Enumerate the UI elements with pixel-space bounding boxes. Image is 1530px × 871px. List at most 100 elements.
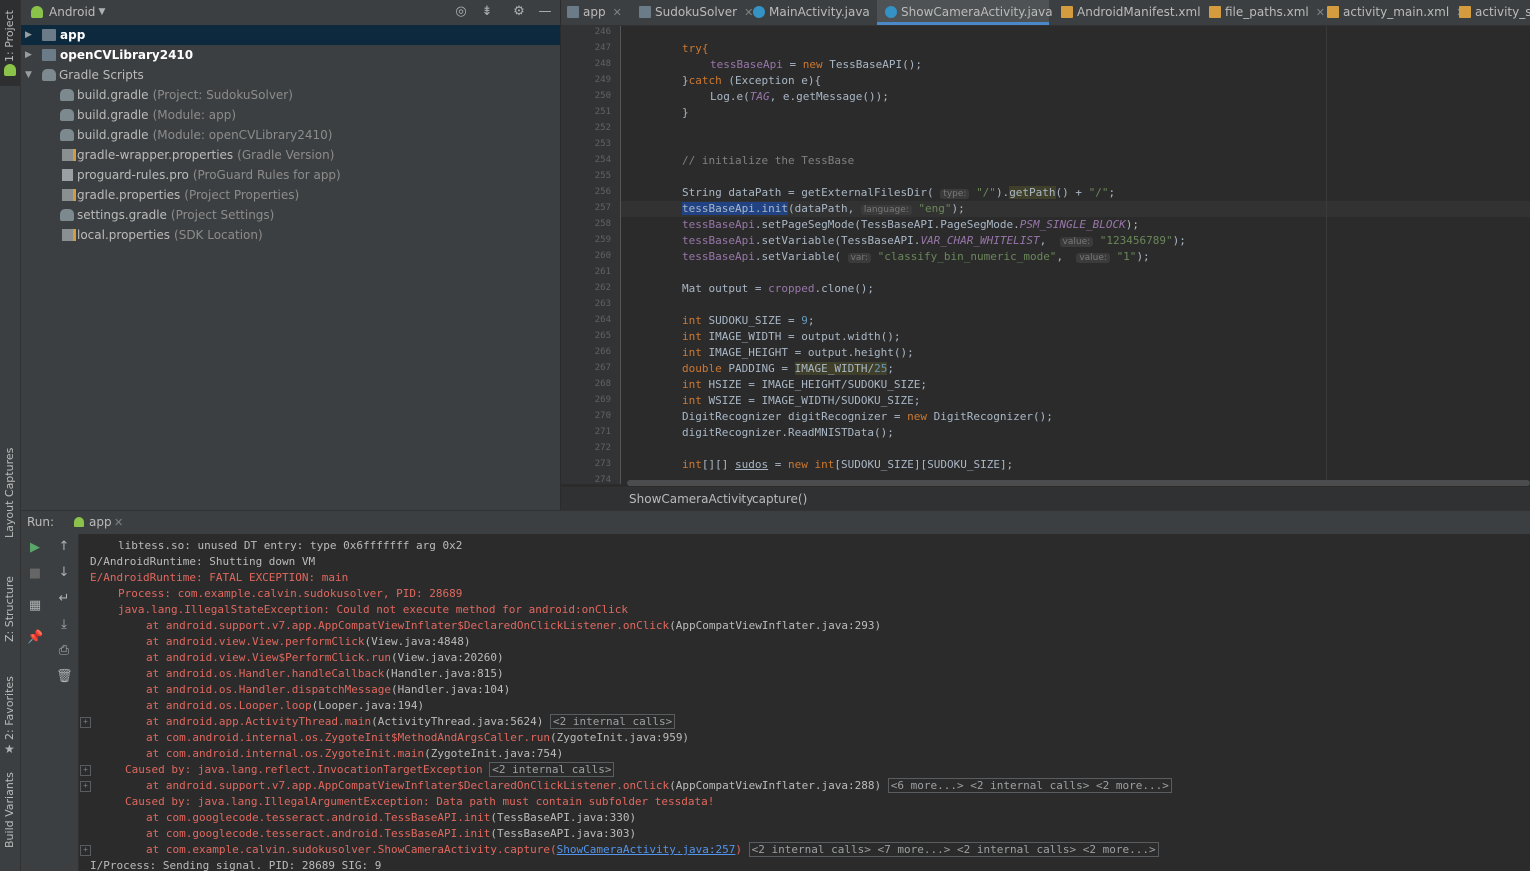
tab-mainactivity[interactable]: MainActivity.java✕ — [753, 0, 886, 25]
trash-icon[interactable]: 🗑 — [56, 669, 73, 685]
code-token: "1" — [1116, 250, 1137, 263]
tree-item-opencv[interactable]: ▶ openCVLibrary2410 — [21, 45, 560, 65]
tree-item-settings-gradle[interactable]: settings.gradle (Project Settings) — [21, 205, 560, 225]
collapse-all-icon[interactable]: ⇟ — [480, 5, 494, 19]
code-line: int SUDOKU_SIZE = 9; — [621, 313, 1530, 329]
console-line: at android.view.View.performClick(View.j… — [90, 634, 471, 650]
code-token: .clone(); — [814, 282, 875, 295]
code-line: tessBaseApi.setVariable( var: "classify_… — [621, 249, 1530, 265]
rerun-icon[interactable]: ▶ — [27, 540, 43, 556]
breadcrumb-class[interactable]: ShowCameraActivity — [629, 488, 753, 511]
folded-calls-chip[interactable]: <6 more...> <2 internal calls> <2 more..… — [887, 778, 1172, 793]
parameter-hint: var: — [847, 253, 871, 263]
stop-icon[interactable]: ■ — [27, 566, 43, 582]
code-line: Log.e(TAG, e.getMessage()); — [621, 89, 1530, 105]
tab-showcameraactivity[interactable]: ShowCameraActivity.java✕ — [877, 0, 1069, 25]
folded-calls-chip[interactable]: <2 internal calls> — [549, 714, 676, 729]
layout-icon[interactable]: ▦ — [27, 598, 43, 614]
code-editor[interactable]: try{ tessBaseApi = new TessBaseAPI(); }c… — [621, 26, 1530, 484]
tree-item-label: build.gradle — [77, 108, 149, 122]
line-number: 255 — [594, 171, 611, 181]
tree-item-proguard[interactable]: proguard-rules.pro (ProGuard Rules for ap… — [21, 165, 560, 185]
close-icon[interactable]: ✕ — [744, 6, 753, 19]
properties-file-icon — [62, 189, 76, 201]
tab-label: file_paths.xml — [1225, 5, 1309, 19]
soft-wrap-icon[interactable]: ↵ — [56, 591, 72, 607]
code-token: HSIZE = IMAGE_HEIGHT/SUDOKU_SIZE; — [701, 378, 928, 391]
arrow-up-icon[interactable]: ↑ — [56, 539, 72, 555]
hide-panel-icon[interactable]: — — [538, 5, 552, 19]
folded-calls-chip[interactable]: <2 internal calls> — [489, 762, 615, 777]
favorites-tool-tab[interactable]: 2: Favorites ★ — [0, 676, 20, 756]
tree-item-build-gradle-app[interactable]: build.gradle (Module: app) — [21, 105, 560, 125]
arrow-down-icon[interactable]: ↓ — [56, 565, 72, 581]
stack-location: (AppCompatViewInflater.java:293) — [669, 619, 882, 632]
scroll-to-end-icon[interactable]: ⤓ — [56, 617, 72, 633]
console-line: at com.googlecode.tesseract.android.Tess… — [90, 810, 636, 826]
stack-location: (Looper.java:194) — [311, 699, 425, 712]
run-tab-app[interactable]: app — [89, 511, 112, 534]
java-class-icon — [885, 6, 897, 18]
stack-paren: ( — [549, 843, 557, 856]
expand-arrow-icon[interactable]: ▶ — [25, 25, 35, 45]
console-line: at android.os.Handler.handleCallback(Han… — [90, 666, 504, 682]
stack-location: (Handler.java:104) — [391, 683, 511, 696]
tree-item-gradle-wrapper[interactable]: gradle-wrapper.properties (Gradle Version… — [21, 145, 560, 165]
line-number: 254 — [594, 155, 611, 165]
line-number: 260 — [594, 251, 611, 261]
tree-item-hint: (ProGuard Rules for app) — [192, 168, 341, 182]
line-number: 247 — [594, 43, 611, 53]
tree-item-local-properties[interactable]: local.properties (SDK Location) — [21, 225, 560, 245]
stack-location: (ZygoteInit.java:754) — [424, 747, 564, 760]
tree-item-build-gradle-opencv[interactable]: build.gradle (Module: openCVLibrary2410) — [21, 125, 560, 145]
run-console[interactable]: libtess.so: unused DT entry: type 0x6fff… — [79, 534, 1530, 871]
code-line: int[][] sudos = new int[SUDOKU_SIZE][SUD… — [621, 457, 1530, 473]
console-line: at com.android.internal.os.ZygoteInit$Me… — [90, 730, 689, 746]
project-view-selector[interactable]: Android — [49, 5, 95, 19]
tab-file-paths[interactable]: file_paths.xml ✕ — [1209, 0, 1325, 25]
line-number: 267 — [594, 363, 611, 373]
stack-location: (View.java:4848) — [364, 635, 471, 648]
chevron-down-icon[interactable]: ▼ — [95, 5, 109, 19]
breadcrumb-method[interactable]: capture() — [752, 488, 807, 511]
expand-arrow-icon[interactable]: ▶ — [25, 45, 35, 65]
source-link[interactable]: ShowCameraActivity.java:257 — [557, 843, 736, 856]
tree-item-app[interactable]: ▶ app — [21, 25, 560, 45]
close-icon[interactable]: ✕ — [114, 511, 123, 534]
line-number-gutter: 246 247 248 249 250 251 252 253 254 255 … — [561, 26, 621, 485]
collapse-arrow-icon[interactable]: ▼ — [25, 65, 35, 85]
close-icon[interactable]: ✕ — [613, 6, 622, 19]
build-variants-tab[interactable]: Build Variants — [0, 770, 20, 865]
structure-tool-tab[interactable]: Z: Structure — [0, 576, 20, 660]
print-icon[interactable]: ⎙ — [56, 643, 72, 659]
gear-icon[interactable]: ⚙ — [512, 5, 526, 19]
tree-item-build-gradle-project[interactable]: build.gradle (Project: SudokuSolver) — [21, 85, 560, 105]
code-token: IMAGE_WIDTH/ — [794, 362, 875, 375]
tab-app[interactable]: app ✕ — [567, 0, 622, 25]
code-token: ; — [887, 362, 894, 375]
tree-item-gradle-properties[interactable]: gradle.properties (Project Properties) — [21, 185, 560, 205]
console-line: Process: com.example.calvin.sudokusolver… — [118, 587, 463, 600]
tab-label: MainActivity.java — [769, 5, 870, 19]
stack-location: (AppCompatViewInflater.java:288) — [669, 779, 882, 792]
text-file-icon — [62, 169, 73, 181]
folded-calls-chip[interactable]: <2 internal calls> <7 more...> <2 intern… — [748, 842, 1159, 857]
console-line: at android.support.v7.app.AppCompatViewI… — [90, 778, 1172, 794]
tab-activity-main[interactable]: activity_main.xml✕ — [1327, 0, 1465, 25]
layout-captures-tab[interactable]: Layout Captures — [0, 440, 20, 560]
code-token: SUDOKU_SIZE = — [701, 314, 802, 327]
close-icon[interactable]: ✕ — [1316, 6, 1325, 19]
tree-item-hint: (Gradle Version) — [237, 148, 335, 162]
tree-item-gradle-scripts[interactable]: ▼ Gradle Scripts — [21, 65, 560, 85]
code-line: try{ — [621, 41, 1530, 57]
code-token: int — [682, 458, 702, 471]
horizontal-scrollbar[interactable] — [627, 480, 1530, 486]
module-folder-icon — [42, 49, 56, 61]
locate-icon[interactable]: ◎ — [454, 5, 468, 19]
pin-icon[interactable]: 📌 — [27, 630, 43, 646]
tab-activity-show[interactable]: activity_sho — [1459, 0, 1530, 25]
tree-item-hint: (Module: openCVLibrary2410) — [152, 128, 333, 142]
tab-sudokusolver[interactable]: SudokuSolver ✕ — [639, 0, 753, 25]
project-tool-tab[interactable]: 1: Project — [0, 0, 20, 86]
tab-androidmanifest[interactable]: AndroidManifest.xml✕ — [1061, 0, 1217, 25]
